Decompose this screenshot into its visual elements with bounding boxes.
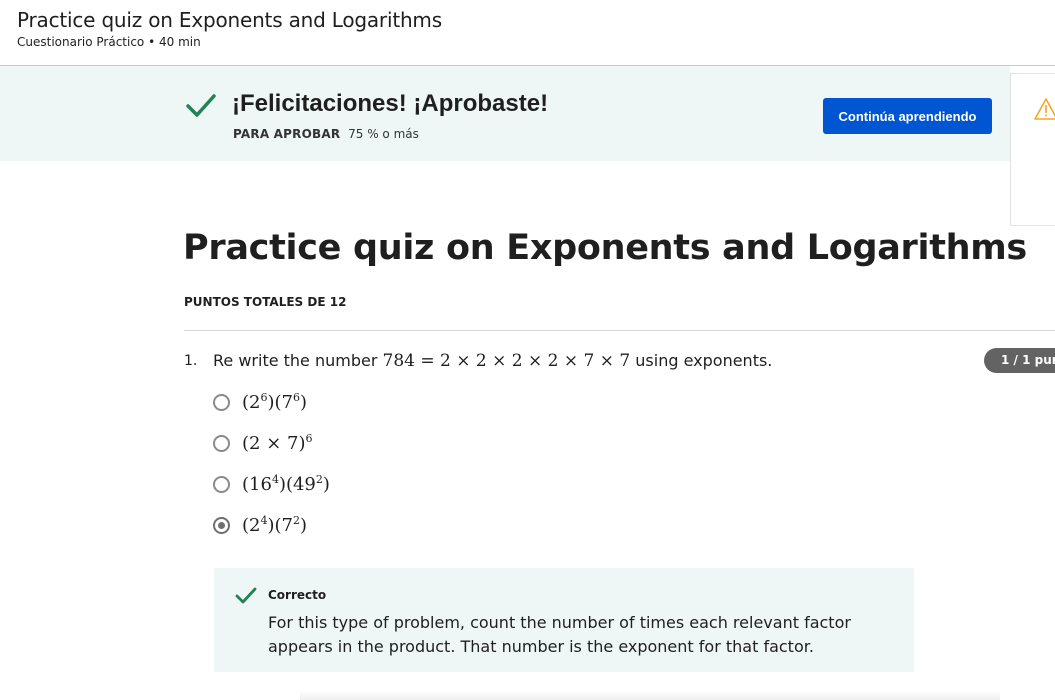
banner-title: ¡Felicitaciones! ¡Aprobaste! bbox=[232, 90, 549, 117]
option-label: (164)(492) bbox=[242, 473, 330, 495]
warning-icon[interactable] bbox=[1034, 98, 1055, 120]
header-title: Practice quiz on Exponents and Logarithm… bbox=[17, 8, 442, 32]
quiz-title: Practice quiz on Exponents and Logarithm… bbox=[183, 228, 1027, 268]
score-badge: 1 / 1 punto bbox=[984, 348, 1055, 373]
radio-button[interactable] bbox=[213, 475, 230, 493]
check-icon bbox=[186, 94, 216, 117]
top-bar: Practice quiz on Exponents and Logarithm… bbox=[0, 0, 1055, 66]
question-number: 1. bbox=[184, 353, 198, 369]
question-text-before: Re write the number bbox=[213, 351, 378, 370]
continue-learning-button[interactable]: Continúa aprendiendo bbox=[823, 98, 992, 134]
pass-value: 75 % o más bbox=[348, 127, 419, 141]
answer-option[interactable]: (26)(76) bbox=[213, 390, 307, 414]
radio-button[interactable] bbox=[213, 393, 230, 411]
check-icon bbox=[235, 587, 257, 604]
total-points: PUNTOS TOTALES DE 12 bbox=[184, 295, 347, 309]
pass-label: PARA APROBAR bbox=[233, 127, 341, 141]
answer-option[interactable]: (2 × 7)6 bbox=[213, 431, 312, 455]
bottom-shadow bbox=[300, 690, 1000, 700]
question-math: 784 = 2 × 2 × 2 × 2 × 7 × 7 bbox=[382, 351, 631, 371]
pass-requirement: PARA APROBAR 75 % o más bbox=[233, 127, 419, 141]
radio-button-selected[interactable] bbox=[213, 516, 230, 534]
option-label: (2 × 7)6 bbox=[242, 432, 313, 454]
radio-button[interactable] bbox=[213, 434, 230, 452]
question-text-after: using exponents. bbox=[635, 351, 773, 370]
answer-option[interactable]: (164)(492) bbox=[213, 472, 330, 496]
option-label: (26)(76) bbox=[242, 391, 308, 413]
feedback-status: Correcto bbox=[268, 588, 327, 602]
question-text: Re write the number 784 = 2 × 2 × 2 × 2 … bbox=[213, 351, 772, 371]
side-panel bbox=[1010, 73, 1055, 226]
header-subtitle: Cuestionario Práctico • 40 min bbox=[17, 35, 201, 49]
answer-option-selected[interactable]: (24)(72) bbox=[213, 513, 307, 537]
option-label: (24)(72) bbox=[242, 514, 308, 536]
feedback-text: For this type of problem, count the numb… bbox=[268, 613, 851, 656]
divider bbox=[184, 330, 1055, 331]
